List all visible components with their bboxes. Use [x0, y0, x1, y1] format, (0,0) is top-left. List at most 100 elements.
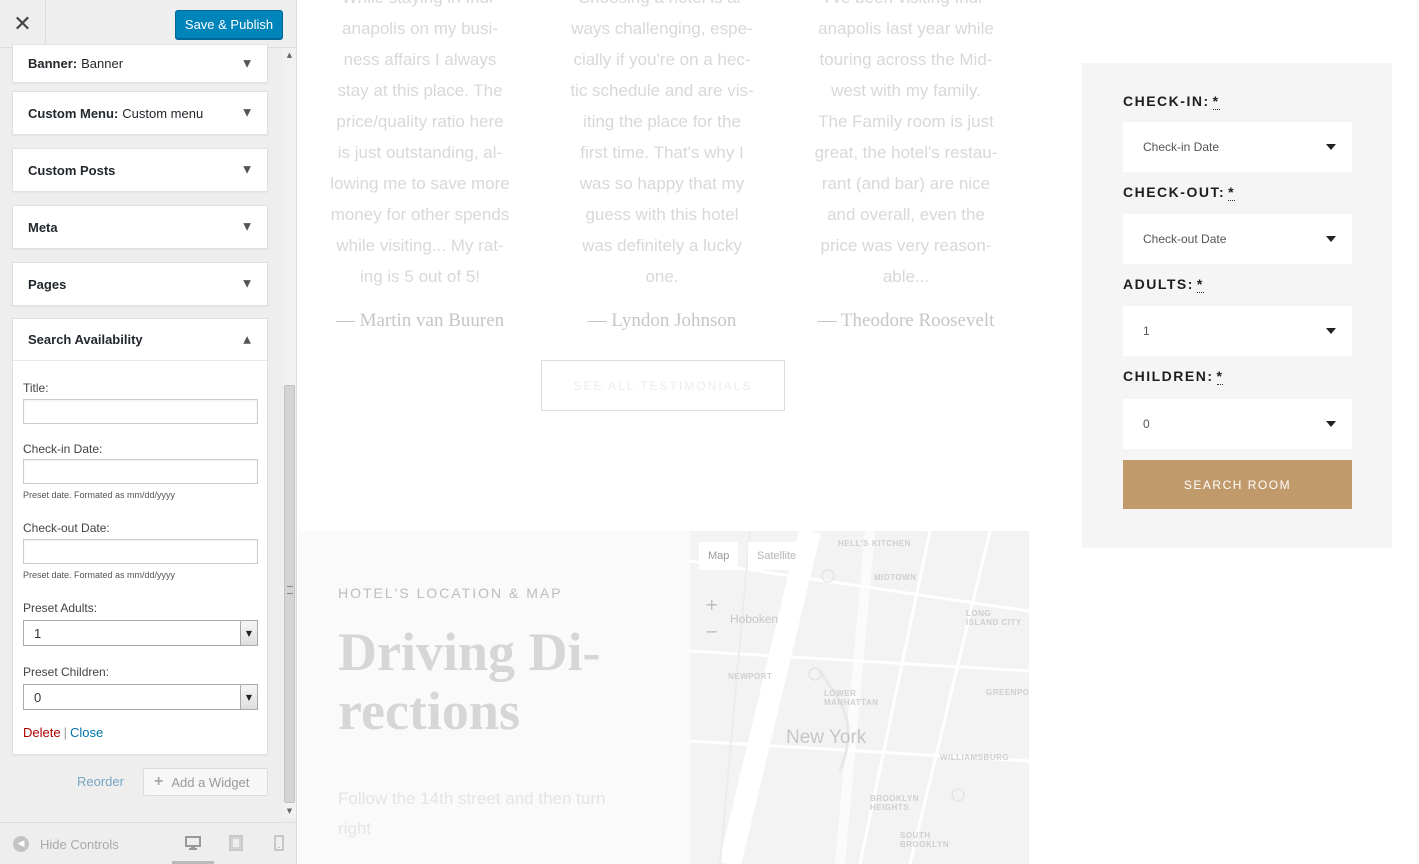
- title-input[interactable]: [23, 399, 258, 424]
- customizer-footer: ◀ Hide Controls: [0, 822, 296, 864]
- testimonial-text: Choosing a hotel is al- ways challenging…: [562, 0, 762, 292]
- expand-arrow-icon[interactable]: ▼: [243, 279, 251, 290]
- required-mark: *: [1228, 184, 1236, 201]
- widget-banner[interactable]: Banner: Banner ▼: [12, 44, 268, 83]
- scroll-down-icon[interactable]: ▼: [283, 804, 296, 818]
- checkout-input[interactable]: [23, 539, 258, 564]
- location-text: Follow the 14th street and then turn rig…: [338, 789, 606, 838]
- checkin-value: Check-in Date: [1143, 140, 1220, 154]
- select-arrow-icon[interactable]: ▼: [240, 621, 257, 645]
- expand-arrow-icon[interactable]: ▼: [243, 58, 251, 69]
- widget-header[interactable]: Pages ▼: [13, 263, 267, 305]
- widget-header[interactable]: Custom Menu: Custom menu ▼: [13, 92, 267, 134]
- testimonial-body: I've been visiting Indi- anapolis last y…: [814, 0, 998, 286]
- testimonial-author: — Theodore Roosevelt: [817, 310, 995, 331]
- children-label: CHILDREN: *: [1123, 368, 1224, 385]
- map-label: Hoboken: [730, 612, 779, 626]
- widget-header[interactable]: Meta ▼: [13, 206, 267, 248]
- widget-title: Custom Menu:: [28, 105, 119, 121]
- zoom-out-icon[interactable]: −: [705, 622, 718, 641]
- map-type-map-button[interactable]: Map: [699, 542, 739, 570]
- expand-arrow-icon[interactable]: ▼: [243, 222, 251, 233]
- widget-title: Banner:: [28, 56, 78, 71]
- delete-link[interactable]: Delete: [23, 725, 61, 740]
- adults-select[interactable]: 1 ▼: [23, 620, 258, 646]
- save-publish-button[interactable]: Save & Publish: [175, 10, 283, 39]
- checkout-value: Check-out Date: [1143, 232, 1227, 246]
- expand-arrow-icon[interactable]: ▼: [243, 108, 251, 119]
- add-widget-label: Add a Widget: [171, 774, 250, 790]
- adults-label: ADULTS: *: [1123, 276, 1204, 293]
- adults-label: Preset Adults:: [23, 601, 98, 615]
- map-label: BROOKLYN HEIGHTS: [870, 794, 920, 812]
- checkout-label: CHECK-OUT: *: [1123, 184, 1236, 201]
- collapse-arrow-icon[interactable]: ▲: [243, 334, 251, 345]
- close-customizer-button[interactable]: ✕: [0, 0, 46, 48]
- testimonial-author: — Lyndon Johnson: [587, 310, 737, 331]
- widget-pages[interactable]: Pages ▼: [12, 262, 268, 306]
- map-label: LOWER MANHATTAN: [824, 689, 879, 707]
- widget-header[interactable]: Banner: Banner ▼: [13, 45, 267, 82]
- title-label: Title:: [23, 381, 49, 395]
- scrollbar-thumb[interactable]: [284, 385, 295, 803]
- add-widget-button[interactable]: + Add a Widget: [143, 768, 268, 796]
- customizer-header: ✕ Save & Publish: [0, 0, 296, 48]
- checkout-select[interactable]: Check-out Date: [1123, 214, 1352, 264]
- customizer-scrollbar[interactable]: ▲ ▼: [283, 48, 296, 818]
- label-text: CHILDREN:: [1123, 368, 1214, 384]
- checkout-hint: Preset date. Formated as mm/dd/yyyy: [23, 570, 176, 580]
- map-type-satellite-button[interactable]: Satellite: [748, 542, 806, 570]
- checkout-label: Check-out Date:: [23, 521, 110, 535]
- required-mark: *: [1216, 368, 1224, 385]
- reorder-link[interactable]: Reorder: [77, 774, 124, 789]
- map-label: HELL'S KITCHEN: [838, 539, 911, 548]
- caret-down-icon: [1326, 328, 1336, 334]
- widget-title: Meta: [28, 219, 58, 235]
- location-section: HOTEL'S LOCATION & MAP Driving Di- recti…: [298, 531, 1029, 864]
- children-value: 0: [34, 689, 42, 705]
- see-all-testimonials-button[interactable]: SEE ALL TESTIMONIALS: [541, 360, 785, 411]
- adults-select[interactable]: 1: [1123, 306, 1352, 356]
- required-mark: *: [1196, 276, 1204, 293]
- hide-controls-button[interactable]: ◀ Hide Controls: [13, 836, 119, 852]
- widget-custom-posts[interactable]: Custom Posts ▼: [12, 148, 268, 192]
- location-title: Driving Di- rections: [338, 622, 601, 741]
- widget-title: Search Availability: [28, 332, 143, 347]
- widget-subtitle: Custom menu: [122, 105, 204, 121]
- booking-widget: CHECK-IN: * Check-in Date CHECK-OUT: * Che…: [1082, 63, 1392, 548]
- grip-icon: [287, 586, 293, 594]
- tablet-preview-icon[interactable]: [228, 835, 244, 851]
- testimonial-body: While staying in Indi- anapolis on my bu…: [330, 0, 510, 286]
- label-text: CHECK-IN:: [1123, 93, 1210, 109]
- desktop-preview-icon[interactable]: [185, 835, 201, 851]
- expand-arrow-icon[interactable]: ▼: [243, 165, 251, 176]
- mobile-preview-icon[interactable]: [271, 835, 287, 851]
- children-select[interactable]: 0: [1123, 399, 1352, 449]
- widget-subtitle: Banner: [81, 56, 124, 71]
- widget-search-availability: Search Availability ▲ Title: Check-in Da…: [12, 318, 268, 755]
- map[interactable]: Map Satellite + − HELL'S KITCHEN MIDTOWN…: [690, 531, 1029, 864]
- site-preview: While staying in Indi- anapolis on my bu…: [298, 0, 1419, 864]
- zoom-in-icon[interactable]: +: [705, 595, 718, 614]
- widget-header[interactable]: Search Availability ▲: [13, 319, 267, 361]
- close-link[interactable]: Close: [70, 725, 103, 740]
- checkin-input[interactable]: [23, 459, 258, 484]
- hide-controls-label: Hide Controls: [40, 836, 119, 852]
- map-label: SOUTH BROOKLYN: [900, 831, 950, 849]
- search-room-button[interactable]: SEARCH ROOM: [1123, 460, 1352, 509]
- widget-header[interactable]: Custom Posts ▼: [13, 149, 267, 191]
- map-label: WILLIAMSBURG: [940, 753, 1010, 762]
- caret-down-icon: [1326, 421, 1336, 427]
- scroll-up-icon[interactable]: ▲: [283, 48, 296, 62]
- widget-custom-menu[interactable]: Custom Menu: Custom menu ▼: [12, 91, 268, 135]
- map-label: MIDTOWN: [874, 573, 917, 582]
- select-arrow-icon[interactable]: ▼: [240, 685, 257, 709]
- widget-title: Pages: [28, 276, 67, 292]
- caret-down-icon: [1326, 236, 1336, 242]
- children-select[interactable]: 0 ▼: [23, 684, 258, 710]
- map-label: New York: [786, 727, 867, 748]
- location-kicker: HOTEL'S LOCATION & MAP: [338, 585, 563, 601]
- checkin-select[interactable]: Check-in Date: [1123, 122, 1352, 172]
- widget-meta[interactable]: Meta ▼: [12, 205, 268, 249]
- widget-actions: Delete | Close: [23, 725, 103, 740]
